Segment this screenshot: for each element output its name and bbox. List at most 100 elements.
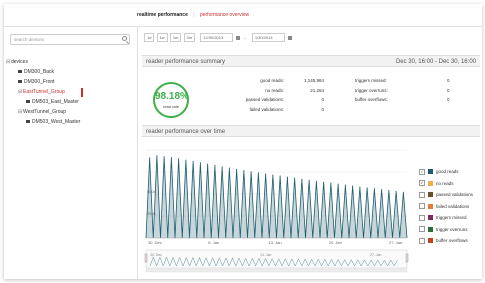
date-range-toolbar: 1d 1w 1m 3m 12/30/2013 – 1/30/2014 xyxy=(144,33,292,43)
stats-left: good reads: 1,145,984 no reads: 21,264 passe… xyxy=(202,76,324,114)
stat-value: 0 xyxy=(321,106,324,112)
search-placeholder: search devices xyxy=(14,37,45,42)
stat-row: triggers missed: 0 xyxy=(355,76,455,86)
summary-title: reader performance summary xyxy=(146,59,226,65)
tree-node-dm503-east-master[interactable]: DM503_East_Master xyxy=(6,97,80,107)
range-button-3m[interactable]: 3m xyxy=(183,33,196,42)
navigator-handle-right[interactable] xyxy=(405,253,409,263)
navigator-tick-label: 13. Jan xyxy=(260,253,272,257)
tree-node-label: DM300_Back xyxy=(24,69,55,75)
calendar-icon[interactable] xyxy=(287,35,292,40)
legend-item[interactable]: buffer overflows xyxy=(419,235,473,247)
chart-legend: ✓ good reads ✓ no reads passed validations fa… xyxy=(419,166,473,247)
legend-checkbox[interactable]: ✓ xyxy=(419,180,425,187)
navigator-scrollbar[interactable] xyxy=(145,268,408,273)
data-point xyxy=(308,179,310,181)
x-tick-label: 13. Jan xyxy=(269,240,282,245)
legend-checkbox[interactable] xyxy=(419,191,425,198)
legend-checkbox[interactable] xyxy=(419,203,425,210)
nav-separator: | xyxy=(193,12,195,18)
end-date-input[interactable]: 1/30/2014 xyxy=(251,33,285,42)
search-input[interactable]: search devices xyxy=(10,34,130,45)
legend-label: buffer overflows xyxy=(436,238,468,243)
legend-checkbox[interactable] xyxy=(419,237,425,244)
legend-checkbox[interactable]: ✓ xyxy=(419,168,425,175)
start-date-input[interactable]: 12/30/2013 xyxy=(200,33,234,42)
data-point xyxy=(236,168,238,170)
data-point xyxy=(192,160,194,162)
x-tick-label: 27. Jan xyxy=(389,240,402,245)
range-button-1m[interactable]: 1m xyxy=(169,33,182,42)
tab-performance-overview[interactable]: performance overview xyxy=(200,12,249,18)
legend-item[interactable]: ✓ no reads xyxy=(419,178,473,190)
legend-item[interactable]: trigger overruns xyxy=(419,224,473,236)
data-point xyxy=(323,181,325,183)
read-rate-value: 98.18% xyxy=(155,91,189,102)
stat-row: no reads: 21,264 xyxy=(202,86,324,96)
data-point xyxy=(395,190,397,192)
tree-node-dm300-front[interactable]: DM300_Front xyxy=(6,77,80,87)
stat-row: passed validations: 0 xyxy=(202,95,324,105)
data-point xyxy=(243,170,245,172)
data-point xyxy=(373,188,375,190)
legend-swatch xyxy=(428,215,433,221)
legend-item[interactable]: failed validations xyxy=(419,201,473,213)
data-point xyxy=(207,163,209,165)
read-rate-label: read rate xyxy=(162,104,179,109)
device-icon xyxy=(18,70,22,74)
stat-value: 0 xyxy=(321,97,324,102)
main-content: 1d 1w 1m 3m 12/30/2013 – 1/30/2014 reade… xyxy=(142,28,480,279)
stat-label: trigger overruns: xyxy=(355,87,388,93)
legend-item[interactable]: triggers missed xyxy=(419,212,473,224)
navigator-handle-left[interactable] xyxy=(144,253,148,263)
legend-checkbox[interactable] xyxy=(419,226,425,233)
tree-node-label: DM503_West_Master xyxy=(32,119,81,125)
range-button-1d[interactable]: 1d xyxy=(144,33,155,42)
legend-swatch xyxy=(428,192,433,198)
data-point xyxy=(214,164,216,166)
data-point xyxy=(294,177,296,179)
data-point xyxy=(163,156,165,158)
tree-node-devices[interactable]: ⊟devices xyxy=(6,57,80,67)
tree-node-dm503-west-master[interactable]: DM503_West_Master xyxy=(6,117,80,127)
calendar-icon[interactable] xyxy=(236,35,241,40)
stat-label: passed validations: xyxy=(245,97,284,102)
tree-node-easttunnel-group[interactable]: ⊟EastTunnel_Group xyxy=(6,87,84,97)
summary-panel-header: reader performance summary Dec 30, 16:00… xyxy=(142,55,480,67)
navigator-tick-label: 30. Dec xyxy=(150,253,162,257)
date-range-separator: – xyxy=(243,35,246,40)
tree-node-label: DM503_East_Master xyxy=(32,99,79,105)
data-point xyxy=(330,182,332,184)
stat-row: good reads: 1,145,984 xyxy=(202,76,324,86)
tree-node-label: EastTunnel_Group xyxy=(23,89,65,95)
stat-label: buffer overflows: xyxy=(355,97,388,102)
data-point xyxy=(170,156,172,158)
tree-node-label: WestTunnel_Group xyxy=(23,109,67,115)
top-nav: realtime performance | performance overv… xyxy=(137,12,249,24)
navigator-tick-label: 27. Jan xyxy=(370,253,382,257)
stat-label: no reads: xyxy=(265,87,284,93)
tab-realtime-performance[interactable]: realtime performance xyxy=(137,12,188,18)
data-point xyxy=(257,172,259,174)
tree-node-westtunnel-group[interactable]: ⊟WestTunnel_Group xyxy=(6,107,80,117)
data-point xyxy=(388,189,390,191)
device-tree: ⊟devices DM300_Back DM300_Front ⊟EastTunnel… xyxy=(6,57,84,127)
navigator-panel[interactable] xyxy=(145,249,408,269)
sidebar: search devices ⊟devices DM300_Back DM300_F… xyxy=(4,27,138,279)
performance-chart-svg: 500k250k30. Dec 6. Jan 13. Jan 20. Jan 27. J… xyxy=(144,149,409,273)
tree-node-label: devices xyxy=(11,59,28,65)
stat-label: failed validations: xyxy=(249,106,284,112)
stat-value: 0 xyxy=(447,87,450,93)
legend-item[interactable]: ✓ good reads xyxy=(419,166,473,178)
range-button-1w[interactable]: 1w xyxy=(156,33,168,42)
data-point xyxy=(279,175,281,177)
data-point xyxy=(149,157,151,159)
tree-node-dm300-back[interactable]: DM300_Back xyxy=(6,67,80,77)
legend-swatch xyxy=(428,180,433,186)
data-point xyxy=(366,187,368,189)
legend-item[interactable]: passed validations xyxy=(419,189,473,201)
stat-value: 1,145,984 xyxy=(303,78,324,83)
data-point xyxy=(199,162,201,164)
search-icon[interactable] xyxy=(122,36,127,41)
legend-checkbox[interactable] xyxy=(419,214,425,221)
